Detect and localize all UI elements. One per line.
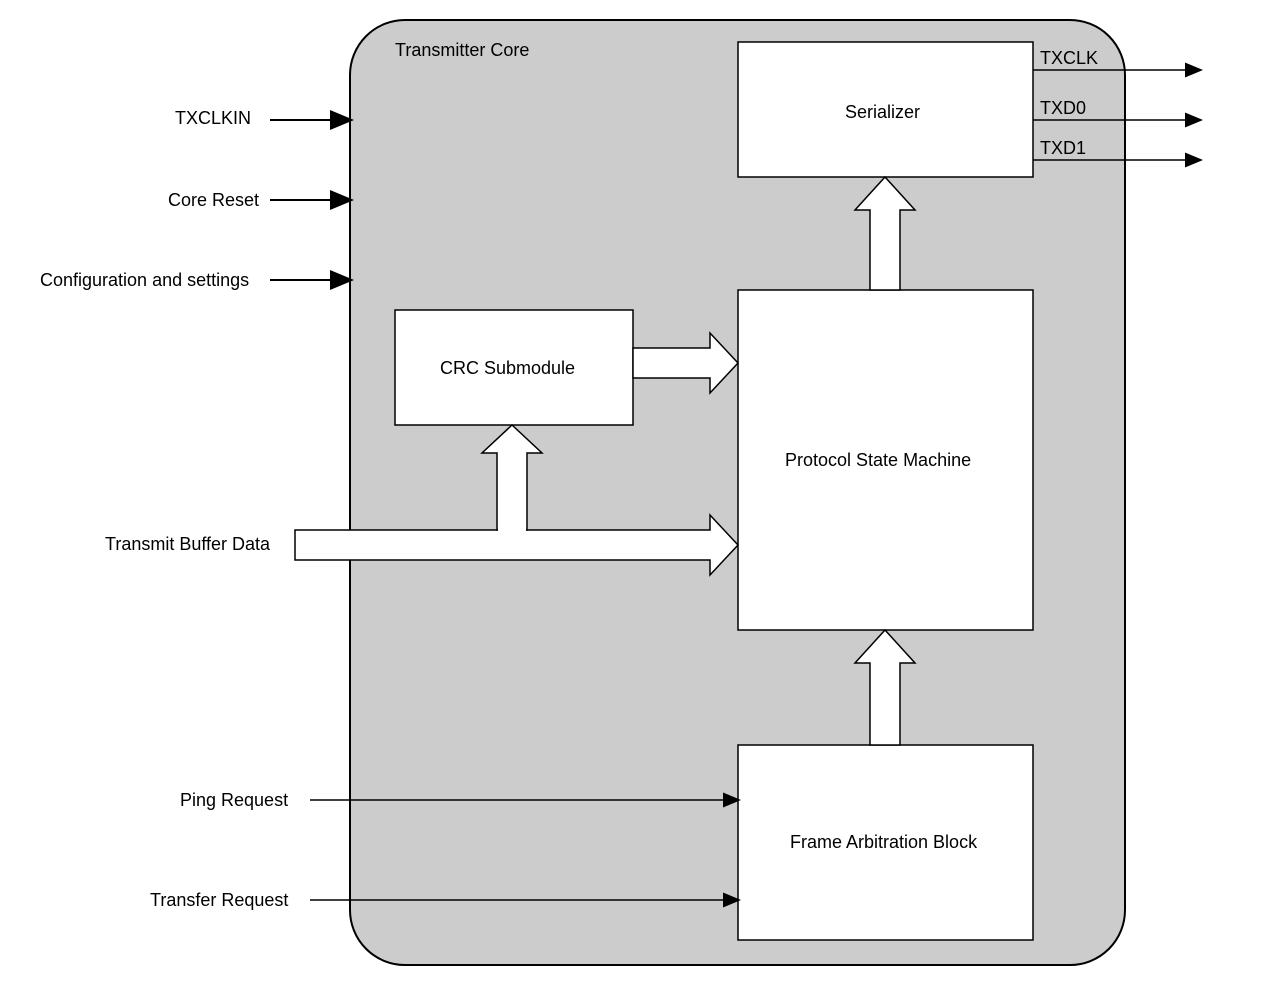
fab-label: Frame Arbitration Block [790, 832, 977, 853]
txclk-label: TXCLK [1040, 48, 1098, 69]
core-reset-label: Core Reset [168, 190, 259, 211]
diagram-container: Transmitter Core Serializer CRC Submodul… [0, 0, 1275, 983]
ping-label: Ping Request [180, 790, 288, 811]
config-label: Configuration and settings [40, 270, 249, 291]
crc-label: CRC Submodule [440, 358, 575, 379]
serializer-label: Serializer [845, 102, 920, 123]
buffer-label: Transmit Buffer Data [105, 534, 270, 555]
txclkin-label: TXCLKIN [175, 108, 251, 129]
core-title: Transmitter Core [395, 40, 529, 61]
txd1-label: TXD1 [1040, 138, 1086, 159]
transfer-label: Transfer Request [150, 890, 288, 911]
psm-label: Protocol State Machine [785, 450, 971, 471]
txd0-label: TXD0 [1040, 98, 1086, 119]
